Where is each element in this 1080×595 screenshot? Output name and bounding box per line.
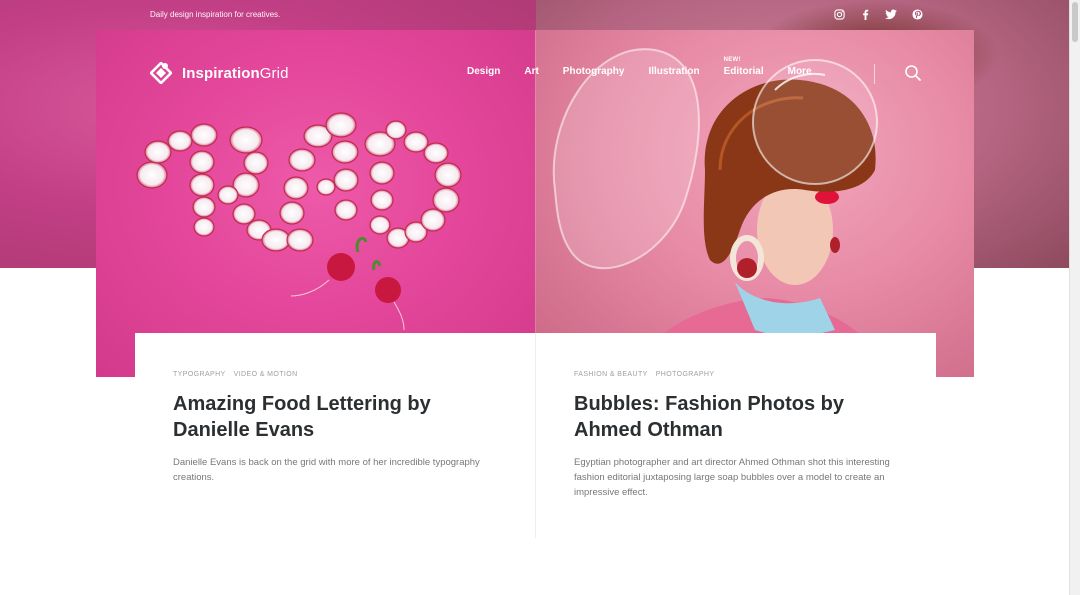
pinterest-icon[interactable] <box>911 8 923 20</box>
hero-divider <box>535 30 536 377</box>
tag-link[interactable]: FASHION & BEAUTY <box>574 371 648 378</box>
article-tags: TYPOGRAPHY VIDEO & MOTION <box>173 371 493 378</box>
scrollbar-thumb[interactable] <box>1072 2 1078 42</box>
tag-link[interactable]: PHOTOGRAPHY <box>656 371 715 378</box>
featured-articles: TYPOGRAPHY VIDEO & MOTION Amazing Food L… <box>135 333 936 538</box>
social-links <box>833 8 923 20</box>
new-badge: NEW! <box>723 57 741 63</box>
logo-wordmark: InspirationGrid <box>182 64 289 82</box>
article-card[interactable]: FASHION & BEAUTY PHOTOGRAPHY Bubbles: Fa… <box>535 333 936 538</box>
page-scrollbar[interactable] <box>1069 0 1080 595</box>
hero-banner: InspirationGrid Design Art Photography I… <box>96 30 974 377</box>
nav-item-photography[interactable]: Photography <box>563 66 625 77</box>
article-excerpt: Egyptian photographer and art director A… <box>574 457 890 498</box>
nav-item-illustration[interactable]: Illustration <box>648 66 699 77</box>
nav-item-more[interactable]: More <box>788 66 812 77</box>
instagram-icon[interactable] <box>833 8 845 20</box>
site-logo[interactable]: InspirationGrid <box>150 62 289 84</box>
nav-item-design[interactable]: Design <box>467 66 500 77</box>
article-card[interactable]: TYPOGRAPHY VIDEO & MOTION Amazing Food L… <box>135 333 535 538</box>
tag-link[interactable]: VIDEO & MOTION <box>234 371 298 378</box>
logo-mark-icon <box>150 62 172 84</box>
article-tags: FASHION & BEAUTY PHOTOGRAPHY <box>574 371 894 378</box>
tag-link[interactable]: TYPOGRAPHY <box>173 371 226 378</box>
article-title[interactable]: Bubbles: Fashion Photos by Ahmed Othman <box>574 391 894 443</box>
nav-item-editorial-label: Editorial <box>723 66 764 77</box>
hero-image-bubbles-fashion[interactable] <box>535 30 974 377</box>
site-tagline: Daily design inspiration for creatives. <box>150 10 281 19</box>
main-nav: Design Art Photography Illustration NEW!… <box>467 57 836 77</box>
facebook-icon[interactable] <box>859 8 871 20</box>
nav-separator <box>874 64 875 84</box>
article-title[interactable]: Amazing Food Lettering by Danielle Evans <box>173 391 493 443</box>
nav-item-editorial[interactable]: NEW! Editorial <box>723 57 764 77</box>
article-excerpt: Danielle Evans is back on the grid with … <box>173 457 480 483</box>
nav-item-art[interactable]: Art <box>524 66 538 77</box>
twitter-icon[interactable] <box>885 8 897 20</box>
search-icon[interactable] <box>904 64 922 82</box>
